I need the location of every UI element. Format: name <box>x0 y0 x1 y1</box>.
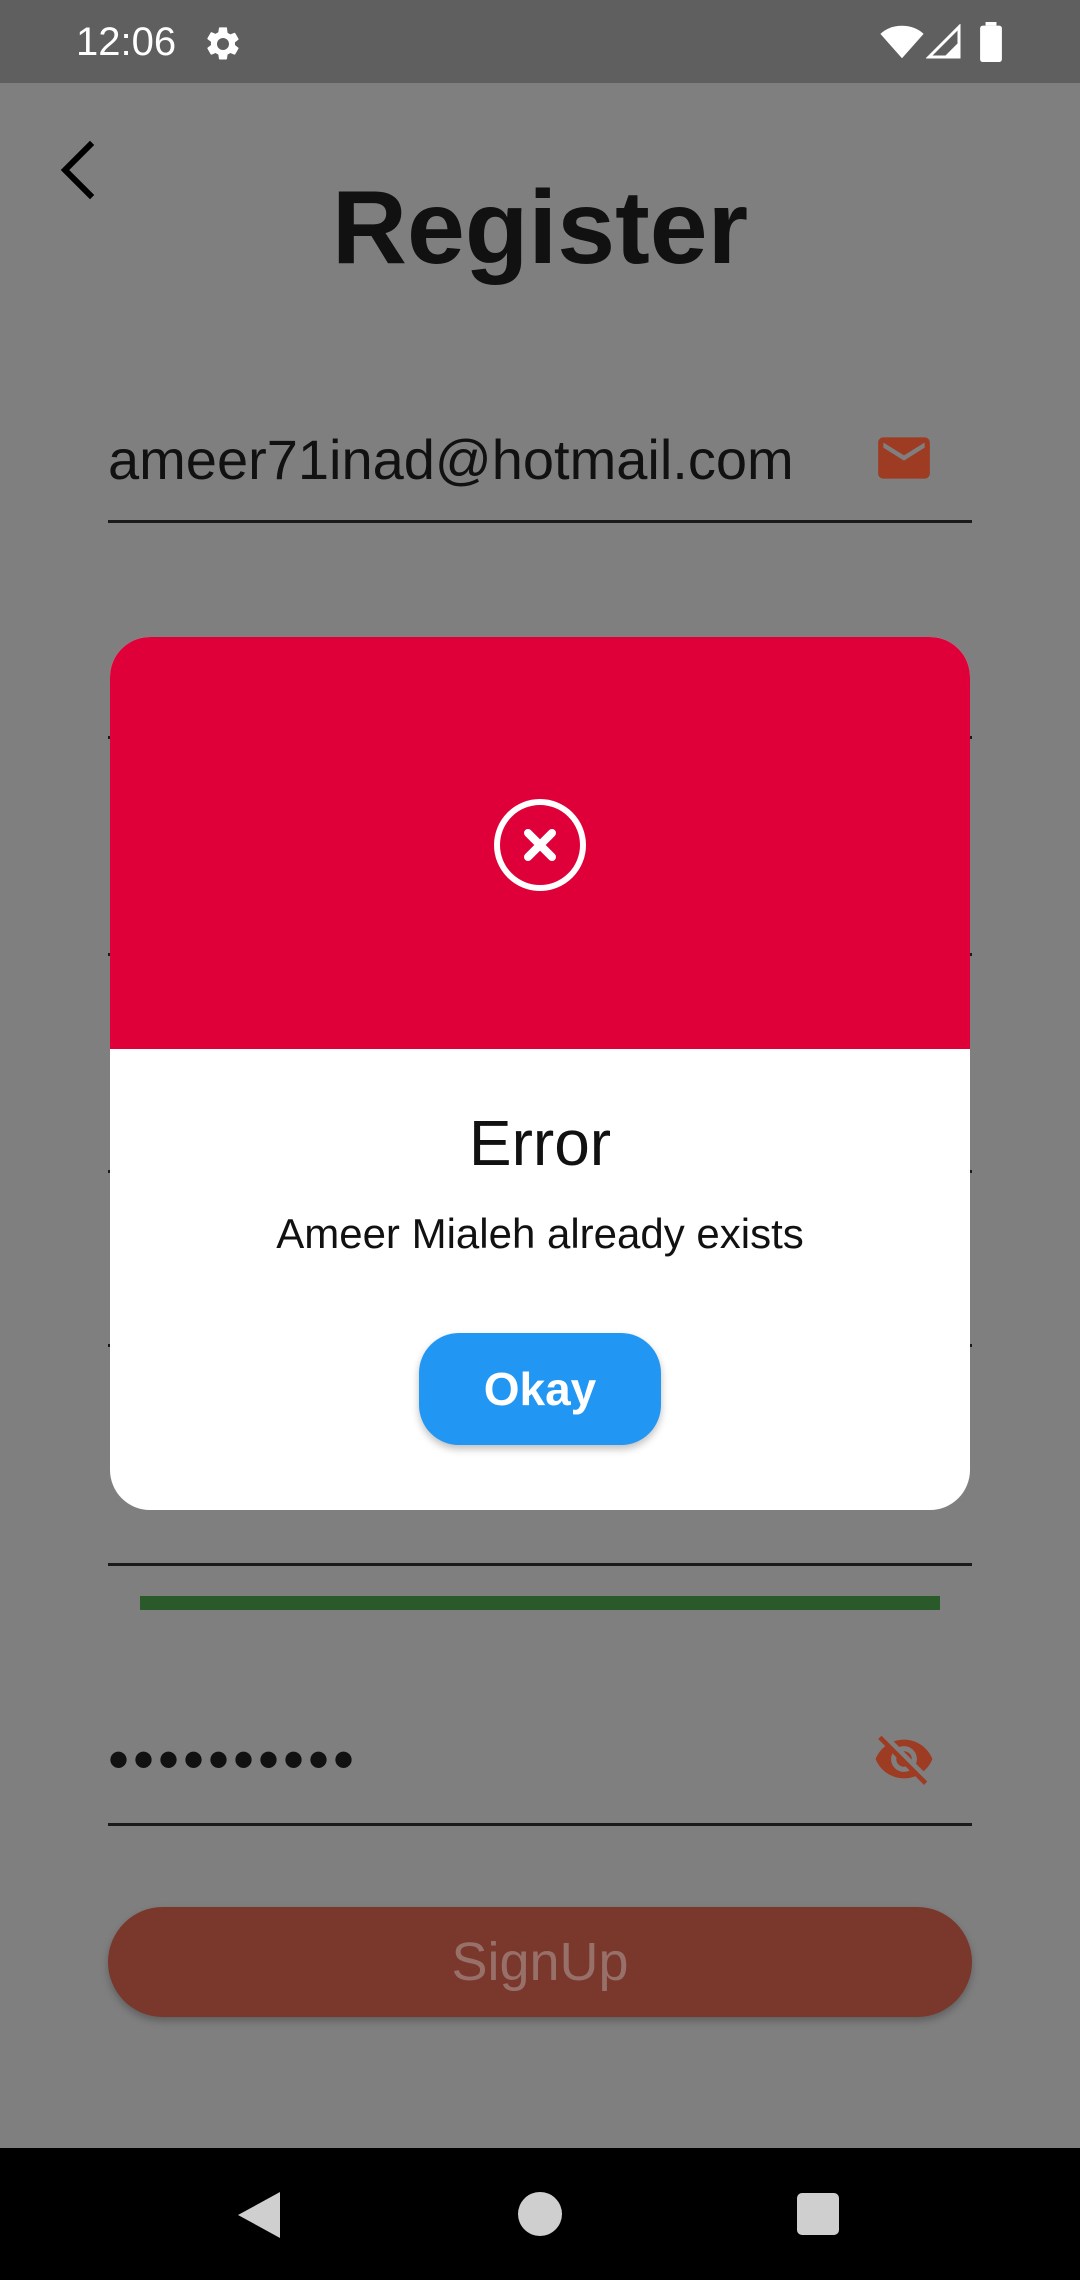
mail-icon <box>878 437 930 479</box>
error-circle-x-icon <box>494 799 586 891</box>
dialog-message: Ameer Mialeh already exists <box>276 1210 804 1257</box>
okay-button[interactable]: Okay <box>419 1333 661 1445</box>
status-bar: 12:06 <box>0 0 1080 83</box>
password-strength-bar <box>140 1596 940 1610</box>
status-time: 12:06 <box>76 20 177 64</box>
password-input-value: •••••••••• <box>108 1726 359 1793</box>
navigation-bar <box>0 2148 1080 2280</box>
visibility-off-icon[interactable] <box>873 1728 935 1790</box>
nav-back-icon[interactable] <box>236 2190 282 2240</box>
gear-icon <box>207 27 239 60</box>
dialog-header <box>110 637 970 1049</box>
error-dialog: Error Ameer Mialeh already exists Okay <box>110 637 970 1510</box>
battery-icon <box>980 22 1002 62</box>
page-title: Register <box>331 170 749 286</box>
signup-button[interactable]: SignUp <box>108 1907 972 2017</box>
password-field[interactable]: •••••••••• <box>108 1693 972 1826</box>
email-input-value: ameer71inad@hotmail.com <box>108 428 794 491</box>
nav-home-icon[interactable] <box>518 2192 562 2236</box>
dialog-title: Error <box>468 1107 612 1179</box>
nav-recents-icon[interactable] <box>797 2193 839 2235</box>
wifi-icon <box>880 25 924 59</box>
signal-icon <box>926 24 961 59</box>
email-field[interactable]: ameer71inad@hotmail.com <box>108 403 972 523</box>
